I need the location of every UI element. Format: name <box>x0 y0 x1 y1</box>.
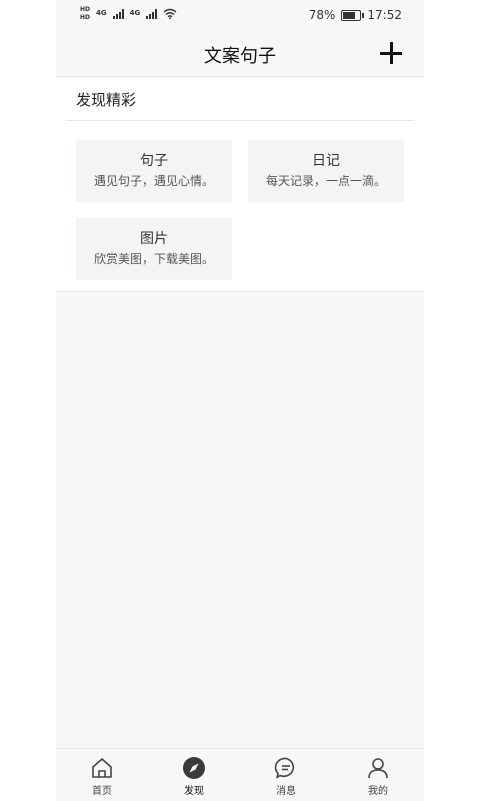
add-button[interactable] <box>380 42 402 64</box>
discover-panel: 发现精彩 句子 遇见句子，遇见心情。 日记 每天记录，一点一滴。 图片 欣赏美图… <box>56 77 424 292</box>
hd-indicators: HD HD <box>80 6 90 21</box>
bottom-nav: 首页 发现 消息 我的 <box>56 748 424 801</box>
user-icon <box>368 758 388 779</box>
chat-icon <box>274 757 295 779</box>
card-subtitle: 遇见句子，遇见心情。 <box>93 174 214 188</box>
battery-fill <box>343 11 356 19</box>
card-subtitle: 欣赏美图，下载美图。 <box>93 252 214 266</box>
signal-icon <box>146 8 158 19</box>
wifi-icon <box>163 8 177 19</box>
network-type: 4G <box>96 9 107 17</box>
card-title: 日记 <box>312 153 340 169</box>
battery-icon <box>341 9 365 21</box>
hd-indicator: HD <box>80 6 91 13</box>
card-subtitle: 每天记录，一点一滴。 <box>265 174 386 188</box>
nav-item-discover[interactable]: 发现 <box>148 749 240 801</box>
home-icon <box>92 758 112 778</box>
signal-icon <box>112 8 124 19</box>
nav-label: 发现 <box>184 786 204 797</box>
phone-screen: HD HD 4G 4G 78% 17:52 文案句子 发现精彩 句子 遇见句子，… <box>56 0 424 801</box>
clock: 17:52 <box>367 8 402 22</box>
nav-item-home[interactable]: 首页 <box>56 749 148 801</box>
card-sentences[interactable]: 句子 遇见句子，遇见心情。 <box>76 140 232 202</box>
compass-icon <box>183 757 205 779</box>
nav-item-messages[interactable]: 消息 <box>240 749 332 801</box>
card-title: 图片 <box>140 231 168 247</box>
status-left: HD HD 4G 4G <box>80 6 177 21</box>
section-title: 发现精彩 <box>76 91 137 109</box>
status-right: 78% 17:52 <box>309 8 402 22</box>
divider <box>66 120 414 121</box>
nav-item-profile[interactable]: 我的 <box>332 749 424 801</box>
battery-percent: 78% <box>308 8 336 22</box>
card-title: 句子 <box>140 153 168 169</box>
nav-label: 我的 <box>368 786 388 797</box>
status-bar: HD HD 4G 4G 78% 17:52 <box>56 0 424 32</box>
card-pictures[interactable]: 图片 欣赏美图，下载美图。 <box>76 218 232 280</box>
page-title: 文案句子 <box>204 46 276 67</box>
app-header: 文案句子 <box>56 32 424 77</box>
nav-label: 消息 <box>276 786 296 797</box>
nav-label: 首页 <box>92 786 112 797</box>
network-type: 4G <box>129 9 141 17</box>
hd-indicator: HD <box>80 14 91 21</box>
card-diary[interactable]: 日记 每天记录，一点一滴。 <box>248 140 404 202</box>
